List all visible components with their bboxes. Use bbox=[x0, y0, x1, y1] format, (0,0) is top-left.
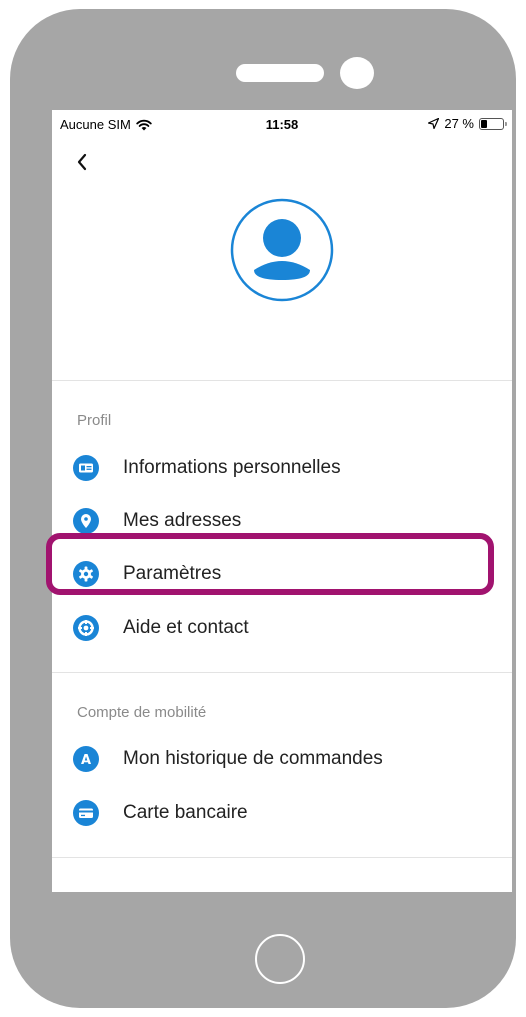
menu-item-label: Mon historique de commandes bbox=[123, 748, 383, 769]
profile-avatar[interactable] bbox=[230, 198, 334, 302]
divider bbox=[52, 380, 512, 381]
credit-card-icon bbox=[73, 800, 99, 826]
phone-frame: Aucune SIM 11:58 27 % Profil Information… bbox=[10, 9, 516, 1008]
map-pin-icon bbox=[73, 508, 99, 534]
menu-item-label: Aide et contact bbox=[123, 617, 249, 638]
chevron-left-icon bbox=[77, 153, 87, 171]
menu-item-label: Mes adresses bbox=[123, 510, 242, 531]
battery-fill bbox=[481, 119, 487, 128]
back-button[interactable] bbox=[72, 148, 96, 176]
status-bar: Aucune SIM 11:58 27 % bbox=[52, 110, 512, 140]
battery-icon bbox=[479, 117, 507, 130]
svg-text:A: A bbox=[81, 753, 91, 768]
user-avatar-icon bbox=[230, 198, 334, 302]
menu-item-carte-bancaire[interactable]: Carte bancaire bbox=[52, 790, 512, 836]
menu-item-informations-personnelles[interactable]: Informations personnelles bbox=[52, 445, 512, 491]
menu-item-aide-et-contact[interactable]: Aide et contact bbox=[52, 605, 512, 651]
id-card-icon bbox=[73, 455, 99, 481]
menu-item-label: Paramètres bbox=[123, 563, 222, 584]
gear-icon bbox=[73, 561, 99, 587]
section-title-profil: Profil bbox=[77, 412, 112, 429]
section-title-compte-de-mobilite: Compte de mobilité bbox=[77, 704, 207, 721]
divider bbox=[52, 672, 512, 673]
history-icon: A bbox=[73, 746, 99, 772]
menu-item-parametres[interactable]: Paramètres bbox=[52, 551, 512, 597]
phone-camera bbox=[340, 57, 374, 89]
home-button[interactable] bbox=[255, 934, 305, 984]
lifebuoy-icon bbox=[73, 615, 99, 641]
menu-item-historique-commandes[interactable]: A Mon historique de commandes bbox=[52, 736, 512, 782]
app-screen: Aucune SIM 11:58 27 % Profil Information… bbox=[52, 110, 512, 892]
menu-item-mes-adresses[interactable]: Mes adresses bbox=[52, 498, 512, 544]
menu-item-label: Carte bancaire bbox=[123, 802, 248, 823]
phone-speaker bbox=[236, 64, 324, 82]
location-arrow-icon bbox=[428, 118, 440, 129]
divider bbox=[52, 857, 512, 858]
menu-item-label: Informations personnelles bbox=[123, 457, 341, 478]
battery-percent: 27 % bbox=[444, 116, 474, 131]
